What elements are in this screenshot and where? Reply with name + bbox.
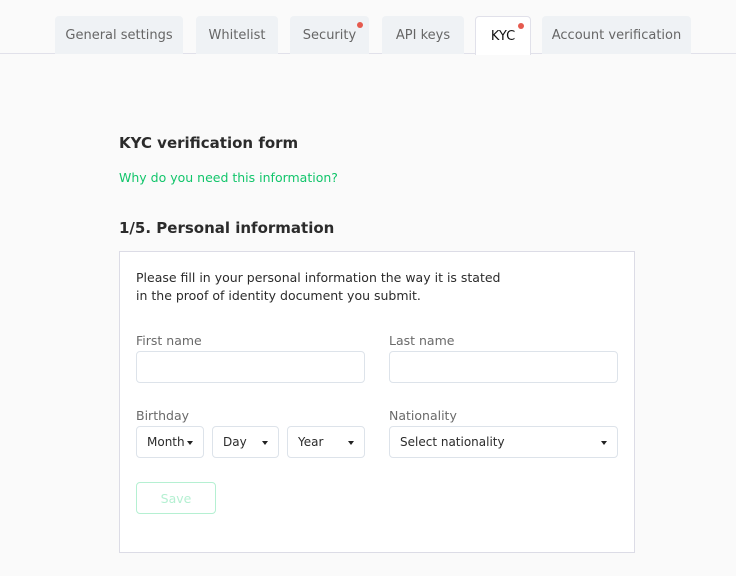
caret-down-icon: [262, 441, 268, 445]
tab-api-keys[interactable]: API keys: [382, 16, 464, 54]
select-value: Year: [298, 435, 324, 449]
select-value: Day: [223, 435, 247, 449]
tab-security[interactable]: Security: [290, 16, 369, 54]
settings-tabs: General settings Whitelist Security API …: [0, 0, 736, 55]
select-value: Month: [147, 435, 185, 449]
first-name-input[interactable]: [136, 351, 365, 383]
save-button[interactable]: Save: [136, 482, 216, 514]
birthday-label: Birthday: [136, 408, 190, 423]
notification-dot-icon: [518, 23, 524, 29]
tab-kyc[interactable]: KYC: [475, 16, 531, 55]
caret-down-icon: [187, 441, 193, 445]
section-title: 1/5. Personal information: [119, 219, 335, 237]
tab-label: Account verification: [551, 27, 682, 43]
tab-label: Security: [302, 27, 357, 43]
intro-line: in the proof of identity document you su…: [136, 288, 421, 303]
select-value: Select nationality: [400, 435, 505, 449]
first-name-label: First name: [136, 333, 202, 348]
tab-general-settings[interactable]: General settings: [55, 16, 183, 54]
nationality-select[interactable]: Select nationality: [389, 426, 618, 458]
last-name-label: Last name: [389, 333, 455, 348]
intro-line: Please fill in your personal information…: [136, 270, 501, 285]
last-name-input[interactable]: [389, 351, 618, 383]
tab-label: Whitelist: [208, 27, 266, 43]
tab-label: KYC: [490, 28, 516, 44]
nationality-label: Nationality: [389, 408, 457, 423]
why-info-link[interactable]: Why do you need this information?: [119, 170, 338, 185]
tab-whitelist[interactable]: Whitelist: [196, 16, 278, 54]
notification-dot-icon: [357, 22, 363, 28]
intro-text: Please fill in your personal information…: [136, 269, 516, 305]
caret-down-icon: [601, 441, 607, 445]
tab-account-verification[interactable]: Account verification: [542, 16, 691, 54]
birth-day-select[interactable]: Day: [212, 426, 279, 458]
birth-year-select[interactable]: Year: [287, 426, 365, 458]
page-title: KYC verification form: [119, 134, 299, 152]
tab-label: API keys: [395, 27, 451, 43]
tab-label: General settings: [65, 27, 173, 43]
caret-down-icon: [348, 441, 354, 445]
personal-info-card: Please fill in your personal information…: [119, 251, 635, 553]
birth-month-select[interactable]: Month: [136, 426, 204, 458]
